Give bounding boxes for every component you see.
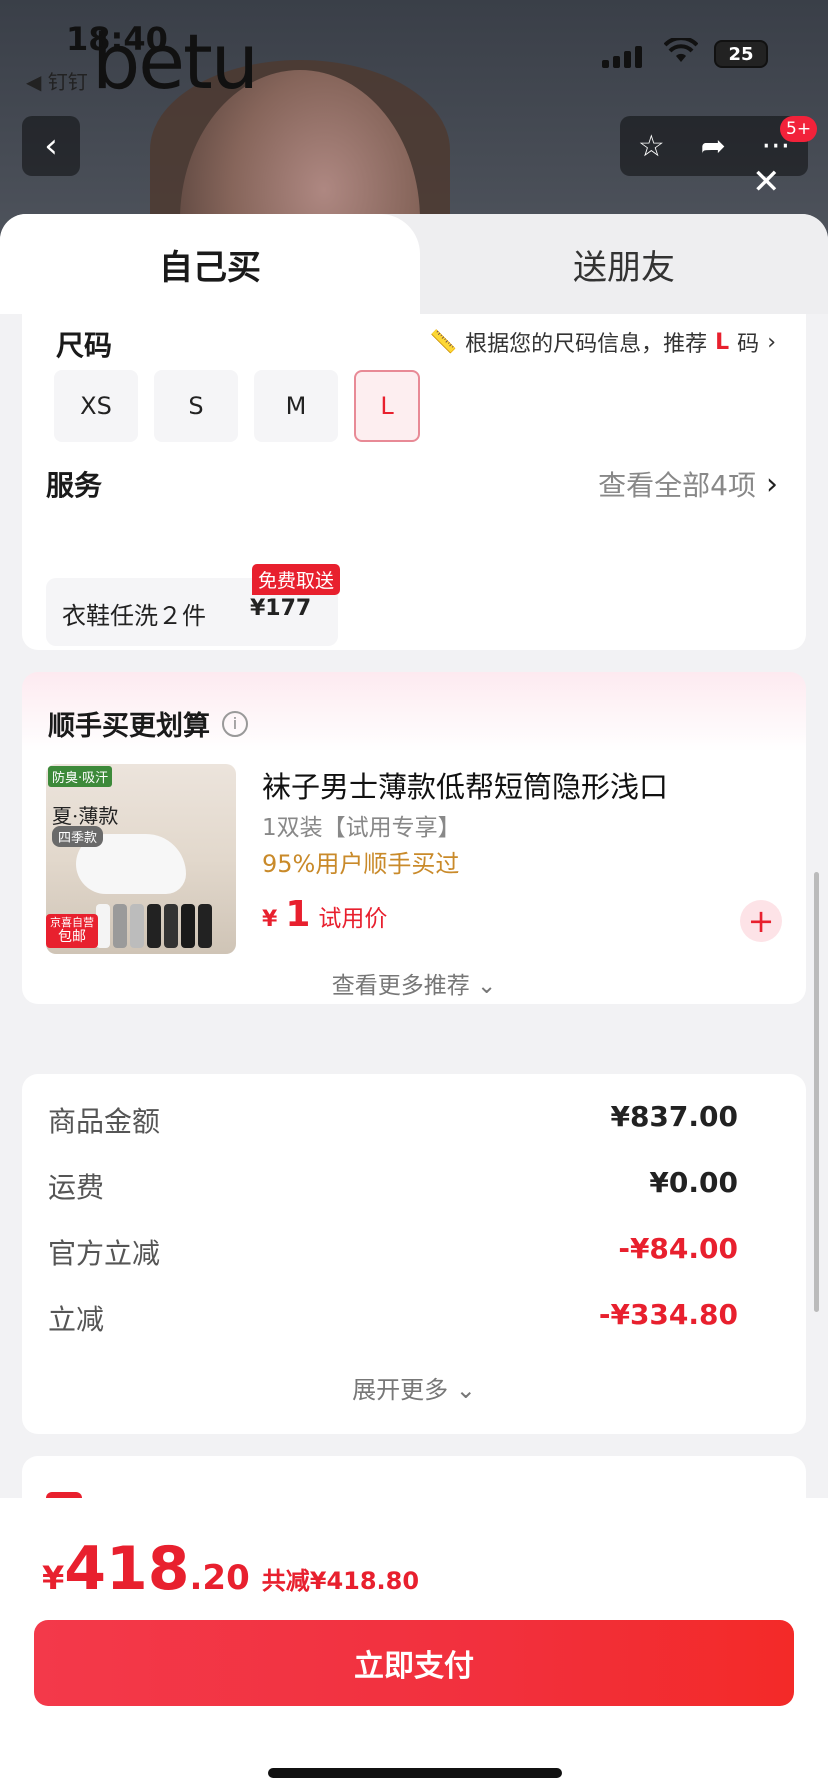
total-integer: 418 <box>64 1534 190 1604</box>
ruler-icon: 📏 <box>429 329 458 355</box>
size-title: 尺码 <box>56 329 113 362</box>
summary-value: ¥837.00 <box>610 1100 738 1133</box>
battery-icon: 25 <box>714 40 768 68</box>
summary-value: -¥84.00 <box>618 1232 738 1265</box>
total-saved: 共减¥418.80 <box>261 1567 420 1595</box>
star-icon[interactable]: ☆ <box>638 129 665 164</box>
back-to-app-link[interactable]: ◀ 钉钉 <box>26 66 88 95</box>
share-icon[interactable]: ➦ <box>701 129 726 164</box>
summary-row: 商品金额 ¥837.00 <box>48 1100 738 1140</box>
chevron-right-icon: › <box>767 329 776 355</box>
tab-buy-self[interactable]: 自己买 <box>0 214 420 314</box>
service-tag: 免费取送 <box>252 564 341 595</box>
scrollbar[interactable] <box>814 872 819 1312</box>
pay-now-button[interactable]: 立即支付 <box>34 1620 794 1706</box>
image-tag-shipping-line2: 包邮 <box>58 929 86 946</box>
checkout-bar: ¥ 418 .20 共减¥418.80 立即支付 <box>0 1498 828 1792</box>
summary-row: 立减 -¥334.80 <box>48 1298 738 1338</box>
summary-label: 官方立减 <box>48 1237 161 1270</box>
product-name[interactable]: 袜子男士薄款低帮短筒隐形浅口 <box>262 764 668 806</box>
total-currency: ¥ <box>42 1559 65 1597</box>
image-text-allseason: 四季款 <box>52 826 104 847</box>
product-subtitle: 1双装【试用专享】 <box>262 815 461 841</box>
size-option-s[interactable]: S <box>154 370 238 442</box>
recommendation-title: 顺手买更划算 i <box>48 704 248 743</box>
expand-more-button[interactable]: 展开更多 ⌄ <box>22 1370 806 1405</box>
sock-variants <box>96 904 212 948</box>
price-value: 1 <box>285 894 311 935</box>
summary-value: -¥334.80 <box>598 1298 738 1331</box>
back-button[interactable]: ‹ <box>22 116 80 176</box>
summary-label: 运费 <box>48 1171 105 1204</box>
price-currency: ¥ <box>262 907 278 932</box>
summary-label: 商品金额 <box>48 1105 161 1138</box>
chevron-down-icon: ⌄ <box>455 1376 476 1404</box>
recommendation-card: 顺手买更划算 i 防臭·吸汗 夏·薄款 四季款 京喜自营 包邮 袜子男士薄款低帮… <box>22 672 806 1004</box>
size-rec-prefix: 根据您的尺码信息，推荐 <box>465 332 708 357</box>
size-rec-size: L <box>715 329 730 355</box>
service-option-name: 衣鞋任洗２件 <box>62 602 206 630</box>
summary-row: 官方立减 -¥84.00 <box>48 1232 738 1272</box>
total-price: ¥ 418 .20 共减¥418.80 <box>42 1534 419 1604</box>
chevron-right-icon: › <box>766 466 778 502</box>
add-to-order-button[interactable]: + <box>740 900 782 942</box>
service-view-all-label: 查看全部4项 <box>598 469 756 502</box>
status-time: 18:40 <box>66 20 168 58</box>
product-price: ¥1 试用价 <box>262 894 387 935</box>
recommendation-title-text: 顺手买更划算 <box>48 711 210 742</box>
size-option-xs[interactable]: XS <box>54 370 138 442</box>
image-tag-feature: 防臭·吸汗 <box>48 766 113 787</box>
service-view-all[interactable]: 查看全部4项 › <box>598 464 778 504</box>
image-tag-shipping: 京喜自营 包邮 <box>46 914 98 948</box>
price-label: 试用价 <box>318 906 388 932</box>
image-tag-shipping-line1: 京喜自营 <box>50 916 94 929</box>
summary-row: 运费 ¥0.00 <box>48 1166 738 1206</box>
service-title: 服务 <box>46 469 103 502</box>
image-text-season: 夏·薄款 <box>52 804 119 828</box>
close-icon[interactable]: ✕ <box>752 162 781 202</box>
service-option-price: ¥177 <box>250 596 312 621</box>
total-decimal: .20 <box>189 1558 250 1598</box>
expand-more-label: 展开更多 <box>352 1376 449 1404</box>
chevron-left-icon: ‹ <box>44 126 58 166</box>
product-stat: 95%用户顺手买过 <box>262 850 460 878</box>
summary-label: 立减 <box>48 1303 105 1336</box>
size-option-l[interactable]: L <box>354 370 420 442</box>
size-options: XS S M L <box>54 370 420 442</box>
wifi-icon <box>663 36 699 71</box>
size-service-card: 尺码 📏 根据您的尺码信息，推荐 L 码 › XS S M L 服务 查看全部4项 … <box>22 314 806 650</box>
signal-icon <box>602 44 642 68</box>
home-indicator[interactable] <box>268 1768 562 1778</box>
plus-icon: + <box>747 902 775 940</box>
size-rec-suffix: 码 <box>737 332 760 357</box>
more-recommendations-label: 查看更多推荐 <box>331 973 470 999</box>
summary-value: ¥0.00 <box>649 1166 738 1199</box>
price-summary-card: 商品金额 ¥837.00 运费 ¥0.00 官方立减 -¥84.00 立减 -¥… <box>22 1074 806 1434</box>
notification-badge: 5+ <box>780 116 818 142</box>
product-image[interactable]: 防臭·吸汗 夏·薄款 四季款 京喜自营 包邮 <box>46 764 236 954</box>
chevron-down-icon: ⌄ <box>477 973 497 999</box>
purchase-tabs: 自己买 送朋友 <box>0 214 828 314</box>
info-icon[interactable]: i <box>222 710 248 737</box>
more-recommendations[interactable]: 查看更多推荐 ⌄ <box>22 966 806 1000</box>
tab-send-friend[interactable]: 送朋友 <box>420 214 828 314</box>
size-option-m[interactable]: M <box>254 370 338 442</box>
size-recommendation[interactable]: 📏 根据您的尺码信息，推荐 L 码 › <box>430 326 776 358</box>
